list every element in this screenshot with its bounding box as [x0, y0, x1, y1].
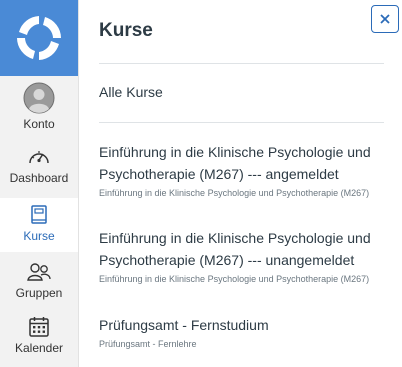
nav-item-dashboard[interactable]: Dashboard [0, 146, 78, 185]
course-term: Einführung in die Klinische Psychologie … [99, 188, 370, 198]
nav-label-kurse: Kurse [23, 229, 55, 243]
courses-tray: Kurse Alle Kurse Einführung in die Klini… [79, 0, 402, 367]
nav-label-gruppen: Gruppen [15, 286, 63, 300]
nav-label-dashboard: Dashboard [9, 171, 69, 185]
nav-item-kurse[interactable]: Kurse [0, 198, 78, 252]
course-item[interactable]: Einführung in die Klinische Psychologie … [99, 141, 384, 199]
close-tray-button[interactable] [371, 5, 399, 33]
nav-label-konto: Konto [23, 117, 55, 131]
nav-item-kalender[interactable]: Kalender [0, 316, 78, 355]
course-name[interactable]: Einführung in die Klinische Psychologie … [99, 227, 384, 271]
logo[interactable] [0, 0, 78, 76]
course-item[interactable]: Einführung in die Klinische Psychologie … [99, 227, 384, 285]
close-icon [380, 14, 390, 24]
nav-label-kalender: Kalender [14, 341, 64, 355]
course-item[interactable]: Prüfungsamt - Fernstudium Prüfungsamt - … [99, 314, 384, 350]
tray-title: Kurse [99, 20, 153, 41]
brand-logo-icon [17, 16, 61, 60]
calendar-icon [29, 317, 49, 337]
course-name[interactable]: Einführung in die Klinische Psychologie … [99, 141, 384, 185]
avatar-icon [23, 82, 55, 114]
groups-icon [27, 263, 51, 281]
nav-item-gruppen[interactable]: Gruppen [0, 261, 78, 300]
course-term: Prüfungsamt - Fernlehre [99, 339, 197, 349]
course-term: Einführung in die Klinische Psychologie … [99, 274, 370, 284]
all-courses-link[interactable]: Alle Kurse [99, 84, 163, 100]
nav-item-konto[interactable]: Konto [0, 82, 78, 131]
global-nav: Konto Dashboard Kurse Gruppen Kalender [0, 0, 79, 367]
dashboard-gauge-icon [29, 151, 49, 164]
course-name[interactable]: Prüfungsamt - Fernstudium [99, 314, 384, 336]
divider [99, 63, 384, 64]
divider [99, 122, 384, 123]
book-icon [31, 205, 47, 224]
